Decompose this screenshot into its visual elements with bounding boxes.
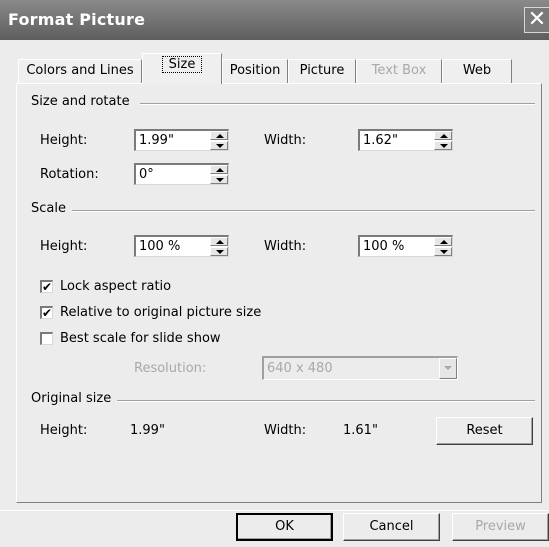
original-height-value: 1.99" (130, 423, 165, 438)
spin-up-icon[interactable] (434, 131, 452, 140)
tab-label: Web (462, 63, 492, 78)
resolution-dropdown: 640 x 480 (262, 356, 458, 380)
tab-label: Text Box (371, 63, 427, 78)
scale-height-spinbox[interactable]: 100 % (134, 235, 229, 257)
spin-down-icon[interactable] (434, 247, 452, 256)
spin-up-icon[interactable] (434, 237, 452, 246)
width-value: 1.62" (363, 133, 398, 148)
tab-position[interactable]: Position (222, 59, 288, 83)
lock-aspect-label[interactable]: Lock aspect ratio (60, 279, 171, 294)
spin-up-icon[interactable] (210, 165, 228, 174)
tab-picture[interactable]: Picture (288, 59, 356, 83)
original-width-value: 1.61" (343, 423, 378, 438)
spin-up-icon[interactable] (210, 237, 228, 246)
group-heading-size-rotate: Size and rotate (31, 94, 136, 109)
ok-button[interactable]: OK (236, 513, 333, 541)
resolution-label: Resolution: (134, 361, 207, 376)
divider (114, 400, 535, 402)
close-icon[interactable]: ✕ (524, 7, 549, 33)
tab-label: Position (229, 63, 281, 78)
relative-original-label[interactable]: Relative to original picture size (60, 305, 261, 320)
tab-size[interactable]: Size (142, 53, 222, 84)
divider (72, 210, 535, 212)
lock-aspect-checkbox[interactable]: ✔ (40, 280, 53, 293)
width-spinner[interactable] (434, 131, 452, 150)
divider (140, 103, 535, 105)
original-height-label: Height: (40, 423, 88, 438)
spin-down-icon[interactable] (210, 175, 228, 184)
scale-width-spinner[interactable] (434, 237, 452, 256)
group-heading-original-size: Original size (31, 391, 118, 406)
dialog-title: Format Picture (8, 10, 146, 29)
divider (0, 510, 549, 511)
scale-width-spinbox[interactable]: 100 % (358, 235, 453, 257)
rotation-spinbox[interactable]: 0° (134, 163, 229, 185)
best-scale-label[interactable]: Best scale for slide show (60, 331, 221, 346)
spin-down-icon[interactable] (210, 141, 228, 150)
spin-up-icon[interactable] (210, 131, 228, 140)
relative-original-checkbox[interactable]: ✔ (40, 306, 53, 319)
reset-button[interactable]: Reset (436, 417, 533, 445)
checkmark-icon: ✔ (42, 306, 53, 320)
chevron-down-icon (439, 358, 457, 379)
tab-label: Size (161, 56, 203, 73)
rotation-spinner[interactable] (210, 165, 228, 184)
tab-label: Colors and Lines (26, 63, 134, 78)
width-label: Width: (264, 133, 307, 148)
scale-height-spinner[interactable] (210, 237, 228, 256)
scale-height-value: 100 % (139, 239, 181, 254)
scale-height-label: Height: (40, 239, 88, 254)
spin-down-icon[interactable] (210, 247, 228, 256)
original-width-label: Width: (264, 423, 307, 438)
rotation-value: 0° (139, 167, 154, 182)
scale-width-label: Width: (264, 239, 307, 254)
title-bar: Format Picture ✕ (0, 0, 549, 40)
best-scale-checkbox[interactable] (40, 332, 53, 345)
tab-label: Picture (299, 63, 345, 78)
tab-web[interactable]: Web (442, 59, 512, 83)
spin-down-icon[interactable] (434, 141, 452, 150)
height-label: Height: (40, 133, 88, 148)
group-heading-scale: Scale (31, 201, 72, 216)
resolution-value: 640 x 480 (267, 361, 333, 376)
tab-text-box: Text Box (356, 59, 442, 83)
preview-button: Preview (452, 513, 549, 541)
tab-colors-and-lines[interactable]: Colors and Lines (18, 59, 142, 83)
scale-width-value: 100 % (363, 239, 405, 254)
cancel-button[interactable]: Cancel (343, 513, 440, 541)
height-spinbox[interactable]: 1.99" (134, 129, 229, 151)
format-picture-dialog: Format Picture ✕ Colors and Lines Size P… (0, 0, 549, 547)
height-value: 1.99" (139, 133, 174, 148)
width-spinbox[interactable]: 1.62" (358, 129, 453, 151)
height-spinner[interactable] (210, 131, 228, 150)
rotation-label: Rotation: (40, 167, 99, 182)
checkmark-icon: ✔ (42, 280, 53, 294)
